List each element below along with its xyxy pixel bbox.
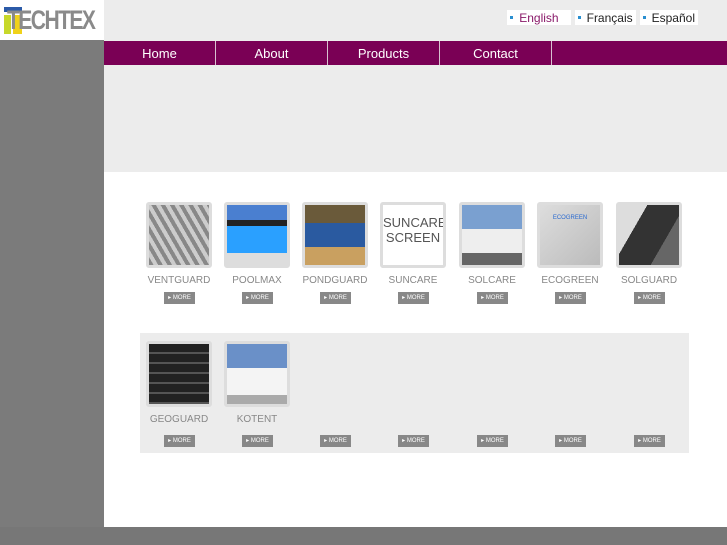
product-poolmax: POOLMAX	[218, 202, 296, 287]
product-name[interactable]: SUNCARE	[374, 275, 452, 287]
more-button[interactable]: ▸ MORE	[634, 292, 665, 304]
footer-bar	[0, 527, 727, 545]
more-button[interactable]: ▸ MORE	[242, 435, 273, 447]
image-logo-text: SUNCARE	[383, 215, 446, 230]
main-nav: Home About Products Contact	[104, 41, 727, 65]
more-button[interactable]: ▸ MORE	[164, 292, 195, 304]
product-suncare: SUNCARE SCREEN SUNCARE	[374, 202, 452, 287]
product-name[interactable]: KOTENT	[218, 414, 296, 426]
bullet-icon	[642, 16, 646, 19]
bullet-icon	[577, 16, 581, 19]
product-name[interactable]: SOLCARE	[453, 275, 531, 287]
lang-english[interactable]: English	[507, 10, 571, 25]
product-image[interactable]	[224, 202, 290, 268]
language-switcher: English Français Español	[507, 10, 698, 25]
product-ventguard: VENTGUARD	[140, 202, 218, 287]
product-solguard: SOLGUARD	[610, 202, 688, 287]
more-button[interactable]: ▸ MORE	[242, 292, 273, 304]
nav-empty	[552, 41, 727, 65]
more-button[interactable]: ▸ MORE	[555, 292, 586, 304]
product-image[interactable]	[459, 202, 525, 268]
product-image[interactable]: ECOGREEN	[537, 202, 603, 268]
product-kotent: KOTENT	[218, 341, 296, 426]
logo-text: TECHTEX	[7, 4, 96, 35]
product-solcare: SOLCARE	[453, 202, 531, 287]
more-button[interactable]: ▸ MORE	[164, 435, 195, 447]
product-image[interactable]	[146, 202, 212, 268]
image-logo-text: SCREEN	[385, 230, 441, 245]
more-button[interactable]: ▸ MORE	[398, 292, 429, 304]
banner	[104, 66, 727, 172]
product-name[interactable]: SOLGUARD	[610, 275, 688, 287]
lang-espanol[interactable]: Español	[639, 10, 698, 25]
lang-label: Français	[586, 10, 633, 25]
product-geoguard: GEOGUARD	[140, 341, 218, 426]
product-image[interactable]: SUNCARE SCREEN	[380, 202, 446, 268]
left-column	[0, 40, 104, 545]
product-name[interactable]: VENTGUARD	[140, 275, 218, 287]
product-name[interactable]: GEOGUARD	[140, 414, 218, 426]
product-name[interactable]: PONDGUARD	[296, 275, 374, 287]
product-name[interactable]: ECOGREEN	[531, 275, 609, 287]
product-pondguard: PONDGUARD	[296, 202, 374, 287]
logo[interactable]: TECHTEX	[0, 0, 104, 40]
product-image[interactable]	[224, 341, 290, 407]
more-button[interactable]: ▸ MORE	[555, 435, 586, 447]
more-button[interactable]: ▸ MORE	[320, 435, 351, 447]
image-logo-text: ECOGREEN	[552, 215, 588, 221]
more-button[interactable]: ▸ MORE	[320, 292, 351, 304]
lang-label: English	[519, 10, 559, 25]
product-ecogreen: ECOGREEN ECOGREEN	[531, 202, 609, 287]
nav-about[interactable]: About	[216, 41, 328, 65]
more-button[interactable]: ▸ MORE	[634, 435, 665, 447]
more-button[interactable]: ▸ MORE	[398, 435, 429, 447]
product-name[interactable]: POOLMAX	[218, 275, 296, 287]
more-button[interactable]: ▸ MORE	[477, 292, 508, 304]
nav-products[interactable]: Products	[328, 41, 440, 65]
lang-label: Español	[651, 10, 695, 25]
product-image[interactable]	[302, 202, 368, 268]
lang-francais[interactable]: Français	[574, 10, 636, 25]
nav-contact[interactable]: Contact	[440, 41, 552, 65]
nav-home[interactable]: Home	[104, 41, 216, 65]
bullet-icon	[510, 16, 514, 19]
product-image[interactable]	[146, 341, 212, 407]
more-button[interactable]: ▸ MORE	[477, 435, 508, 447]
product-image[interactable]	[616, 202, 682, 268]
